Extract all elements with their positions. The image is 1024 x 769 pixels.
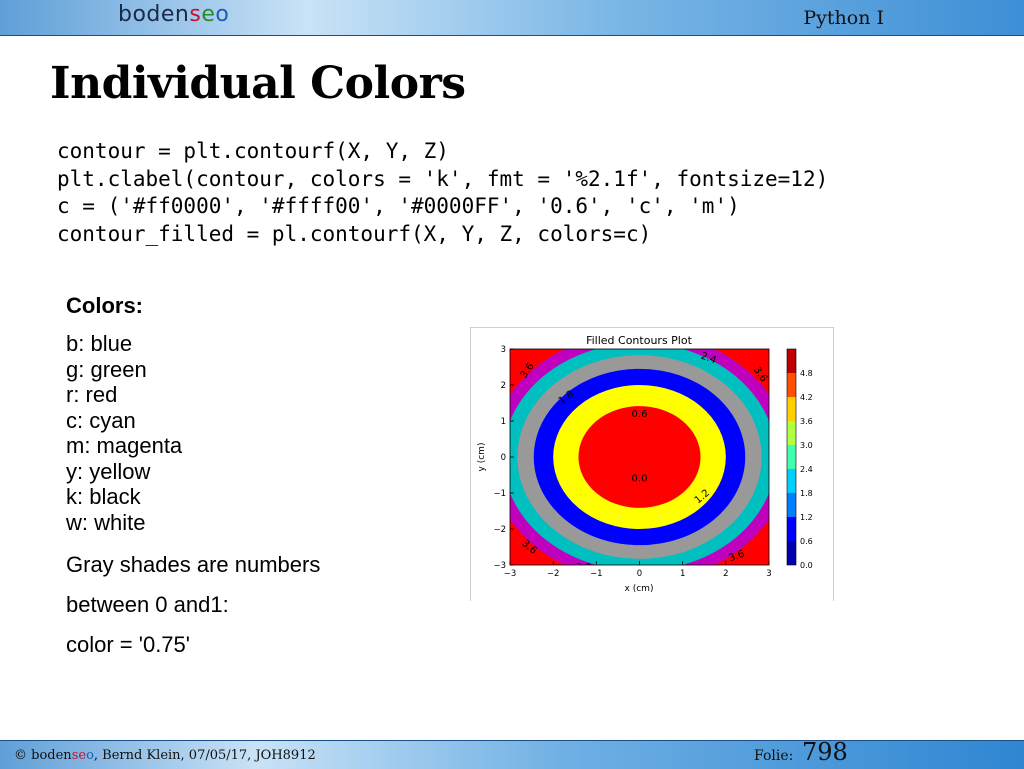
x-tick-label: 1: [680, 569, 685, 579]
x-tick-label: 3: [766, 569, 771, 579]
logo-part: e: [201, 2, 216, 27]
colorbar-segment: [787, 541, 796, 565]
contour-band: [578, 406, 701, 508]
footer-author: , Bernd Klein, 07/05/17, JOH8912: [93, 748, 316, 763]
code-line: contour = plt.contourf(X, Y, Z): [57, 139, 449, 163]
colorbar-tick-label: 0.0: [800, 561, 813, 570]
plot-title: Filled Contours Plot: [586, 334, 693, 347]
y-tick-label: 2: [501, 381, 506, 391]
logo-part: s: [189, 2, 202, 27]
colorbar-segment: [787, 349, 796, 373]
gray-note-example: color = '0.75': [66, 632, 190, 657]
y-tick-label: −3: [493, 561, 506, 571]
header-bar: bodenseo Python I: [0, 0, 1024, 36]
code-line: contour_filled = pl.contourf(X, Y, Z, co…: [57, 221, 652, 246]
logo-part: o: [215, 2, 230, 27]
contour-label: 3.0: [575, 562, 591, 573]
colorbar-tick-label: 3.6: [800, 417, 813, 426]
colorbar-tick-label: 1.2: [800, 513, 813, 522]
colorbar-tick-label: 4.8: [800, 369, 813, 378]
logo-part: boden: [118, 2, 190, 27]
contour-label: 0.6: [632, 409, 648, 420]
gray-note-line: Gray shades are numbers: [66, 552, 321, 577]
colorbar-segment: [787, 469, 796, 493]
footer-bar: © bodenseo, Bernd Klein, 07/05/17, JOH89…: [0, 738, 1024, 769]
bodenseo-logo[interactable]: bodenseo: [118, 2, 229, 27]
y-tick-label: −2: [493, 525, 506, 535]
y-tick-label: 3: [501, 345, 506, 355]
contour-plot: Filled Contours Plot 2.43.6 3.61.80.60.01…: [477, 334, 813, 594]
colorbar-segment: [787, 373, 796, 397]
y-tick-label: −1: [493, 489, 506, 499]
colors-heading: Colors:: [66, 293, 143, 318]
colorbar-segment: [787, 445, 796, 469]
colorbar-segment: [787, 421, 796, 445]
color-item: c: cyan: [66, 407, 136, 433]
color-item: b: blue: [66, 331, 133, 356]
x-tick-label: 0: [637, 569, 642, 579]
color-item: y: yellow: [66, 458, 151, 484]
page-number: 798: [802, 738, 848, 766]
color-item: k: black: [66, 484, 141, 509]
color-item: g: green: [66, 356, 147, 382]
colorbar-tick-label: 3.0: [800, 441, 813, 450]
colorbar: 0.0 0.6 1.2 1.8 2.4 3.0 3.6 4.2 4.8: [786, 348, 813, 570]
colorbar-tick-label: 2.4: [800, 465, 813, 474]
footer-logo-part: e: [78, 748, 87, 763]
x-tick-label: −1: [590, 569, 603, 579]
footer-credit: © bodenseo, Bernd Klein, 07/05/17, JOH89…: [14, 748, 316, 763]
colorbar-tick-label: 4.2: [800, 393, 813, 402]
colorbar-segment: [787, 517, 796, 541]
course-title: Python I: [803, 7, 884, 29]
code-block: contour = plt.contourf(X, Y, Z) plt.clab…: [57, 138, 828, 248]
code-line: plt.clabel(contour, colors = 'k', fmt = …: [57, 166, 829, 191]
color-item: m: magenta: [66, 433, 183, 458]
x-axis-label: x (cm): [625, 584, 654, 594]
colorbar-segment: [787, 397, 796, 421]
copyright-symbol: ©: [14, 748, 27, 763]
y-tick-label: 0: [501, 453, 506, 463]
x-tick-label: −2: [547, 569, 560, 579]
colorbar-tick-label: 1.8: [800, 489, 813, 498]
x-tick-label: 2: [723, 569, 728, 579]
color-item: r: red: [66, 382, 118, 407]
contour-plot-figure: Filled Contours Plot 2.4 3.6 3.6 1.8 0.6 0.0 1…: [470, 327, 834, 601]
slide-title: Individual Colors: [50, 58, 466, 109]
y-tick-label: 1: [501, 417, 506, 427]
folie-label: Folie:: [754, 748, 794, 764]
y-axis-label: y (cm): [477, 443, 487, 472]
colorbar-tick-label: 0.6: [800, 537, 813, 546]
footer-logo-part: boden: [31, 748, 72, 763]
footer-logo-part: o: [86, 748, 94, 763]
color-item: w: white: [66, 509, 146, 535]
gray-note-line: between 0 and1:: [66, 592, 229, 617]
code-line: c = ('#ff0000', '#ffff00', '#0000FF', '0…: [57, 194, 740, 218]
colors-section: Colors: b: blue g: green r: red c: cyan …: [66, 293, 320, 665]
colorbar-segment: [787, 493, 796, 517]
contour-label: 0.0: [632, 474, 648, 485]
